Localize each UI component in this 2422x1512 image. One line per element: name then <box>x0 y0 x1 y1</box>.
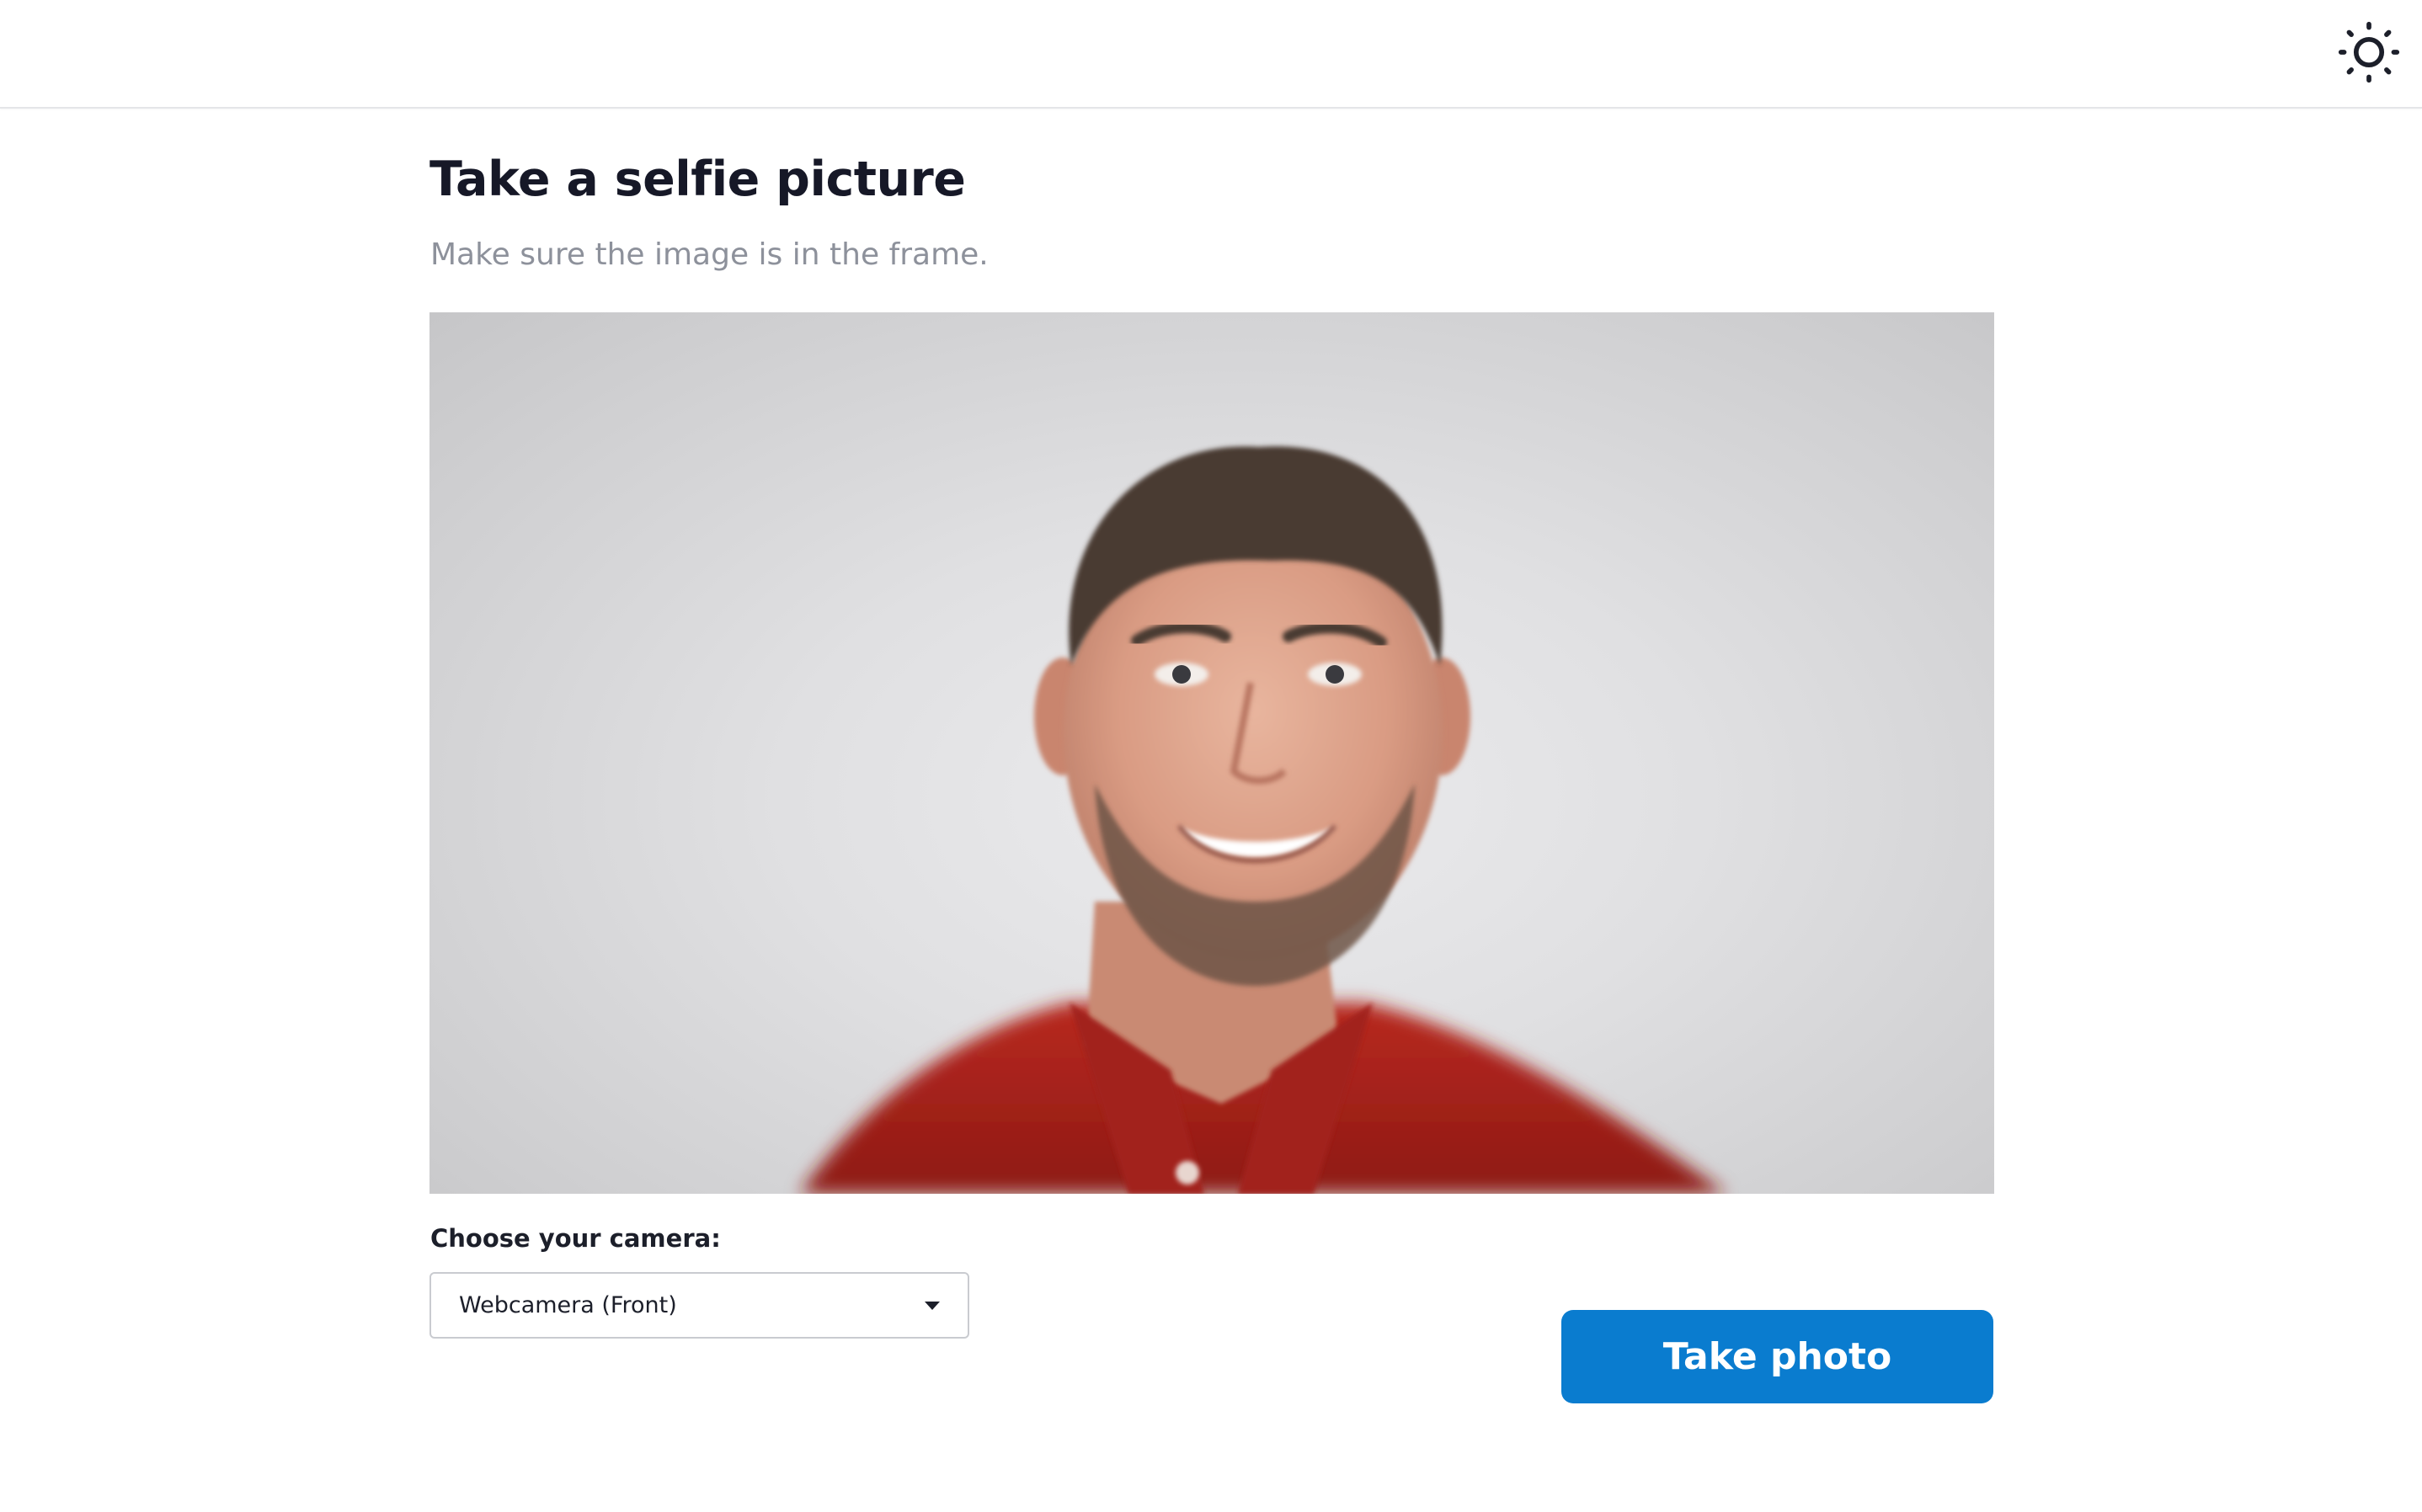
camera-select-value: Webcamera (Front) <box>459 1292 677 1318</box>
theme-toggle-button[interactable] <box>2335 20 2403 88</box>
camera-select[interactable]: Webcamera (Front) <box>429 1272 969 1339</box>
sun-icon <box>2337 20 2401 88</box>
camera-preview <box>429 312 1994 1194</box>
selfie-person-image <box>800 446 1726 1194</box>
camera-select-label: Choose your camera: <box>430 1224 721 1253</box>
caret-down-icon <box>925 1302 940 1310</box>
take-photo-button[interactable]: Take photo <box>1561 1310 1993 1403</box>
top-bar <box>0 0 2422 109</box>
page-title: Take a selfie picture <box>429 152 966 207</box>
page-subtitle: Make sure the image is in the frame. <box>430 237 989 272</box>
